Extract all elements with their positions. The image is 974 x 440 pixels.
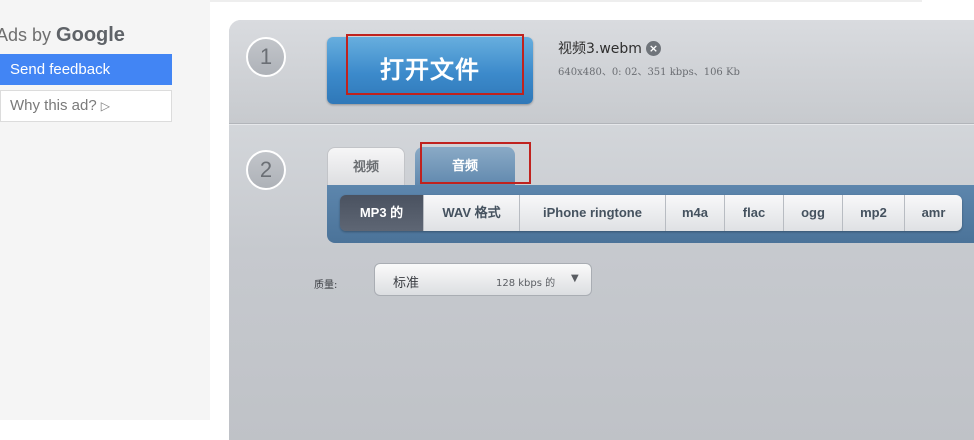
quality-value: 标准 — [393, 276, 420, 291]
remove-file-icon[interactable]: × — [645, 41, 661, 56]
why-this-ad-label: Why this ad? — [10, 97, 97, 114]
format-mp2[interactable]: mp2 — [842, 195, 904, 231]
quality-dropdown[interactable]: 标准 128 kbps 的 ▼ — [374, 263, 592, 296]
format-wav[interactable]: WAV 格式 — [423, 195, 519, 231]
why-this-ad-button[interactable]: Why this ad? ▷ — [0, 90, 172, 122]
ads-by-google-label: Ads by Google — [0, 24, 125, 47]
file-info: 视频3.webm × — [558, 38, 661, 58]
format-iphone-ringtone[interactable]: iPhone ringtone — [519, 195, 665, 231]
top-strip — [210, 0, 974, 20]
quality-label: 质量: — [314, 280, 338, 291]
format-flac[interactable]: flac — [724, 195, 783, 231]
send-feedback-button[interactable]: Send feedback — [0, 54, 172, 85]
ads-by-text: Ads by — [0, 25, 52, 45]
step2-section: 2 视频 音频 MP3 的 WAV 格式 iPhone ringtone m4a… — [229, 124, 974, 440]
ad-panel: Ads by Google Send feedback Why this ad?… — [0, 0, 210, 420]
chevron-down-icon: ▼ — [571, 273, 579, 284]
format-list: MP3 的 WAV 格式 iPhone ringtone m4a flac og… — [340, 195, 962, 231]
format-bar: MP3 的 WAV 格式 iPhone ringtone m4a flac og… — [327, 185, 974, 243]
format-amr[interactable]: amr — [904, 195, 962, 231]
top-divider — [210, 0, 922, 2]
tab-audio[interactable]: 音频 — [415, 147, 515, 187]
quality-bitrate: 128 kbps 的 — [496, 278, 556, 289]
step1-section: 1 打开文件 视频3.webm × 640x480、0: 02、351 kbps、… — [229, 20, 974, 124]
step2-number: 2 — [246, 150, 286, 190]
converter-panel: 1 打开文件 视频3.webm × 640x480、0: 02、351 kbps、… — [229, 20, 974, 440]
step1-number: 1 — [246, 37, 286, 77]
format-ogg[interactable]: ogg — [783, 195, 842, 231]
open-file-button[interactable]: 打开文件 — [327, 37, 533, 104]
tab-video[interactable]: 视频 — [327, 147, 405, 187]
ad-choices-icon: ▷ — [100, 99, 110, 113]
google-logo-text: Google — [56, 24, 125, 46]
file-name: 视频3.webm — [558, 41, 642, 57]
format-m4a[interactable]: m4a — [665, 195, 724, 231]
format-mp3[interactable]: MP3 的 — [340, 195, 423, 231]
file-metadata: 640x480、0: 02、351 kbps、106 Kb — [558, 67, 740, 78]
